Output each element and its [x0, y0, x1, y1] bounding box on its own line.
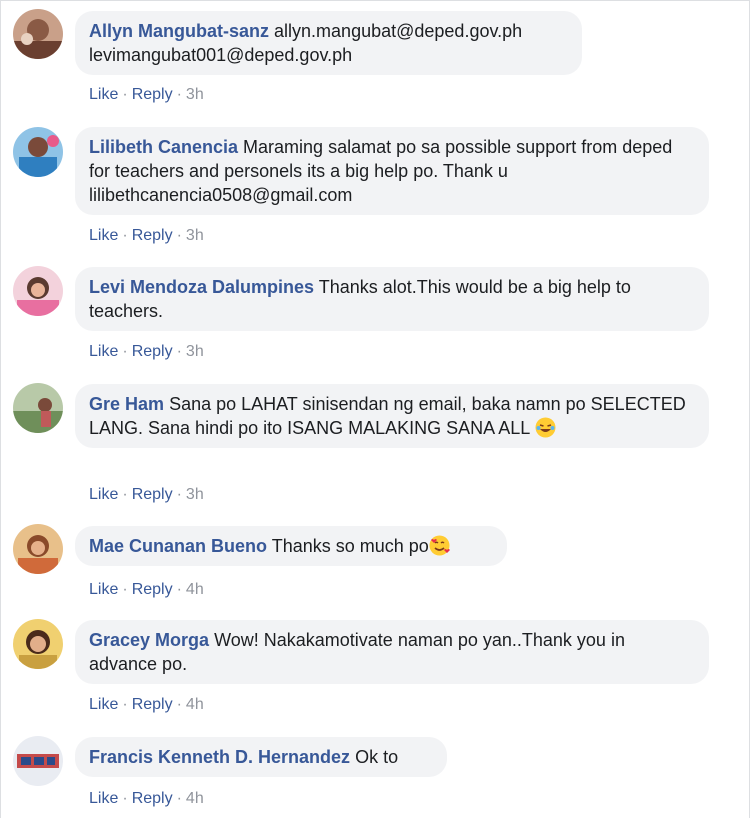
- comment-bubble: Mae Cunanan Bueno Thanks so much po: [75, 526, 507, 566]
- comment-bubble: Allyn Mangubat-sanz allyn.mangubat@deped…: [75, 11, 582, 75]
- avatar[interactable]: [13, 736, 63, 786]
- avatar[interactable]: [13, 266, 63, 316]
- timestamp[interactable]: 4h: [186, 581, 204, 598]
- separator: ·: [122, 343, 128, 360]
- comment-actions: Like · Reply · 3h: [89, 226, 204, 246]
- separator: ·: [122, 790, 128, 807]
- comment-actions: Like · Reply · 4h: [89, 789, 204, 809]
- comment-author[interactable]: Gre Ham: [89, 394, 164, 414]
- separator: ·: [176, 581, 182, 598]
- comment-bubble: Gracey Morga Wow! Nakakamotivate naman p…: [75, 620, 709, 684]
- comment-bubble: Gre Ham Sana po LAHAT sinisendan ng emai…: [75, 384, 709, 448]
- reply-link[interactable]: Reply: [132, 343, 173, 360]
- comment-thread: Allyn Mangubat-sanz allyn.mangubat@deped…: [0, 0, 750, 818]
- comment-bubble: Lilibeth Canencia Maraming salamat po sa…: [75, 127, 709, 215]
- comment-actions: Like · Reply · 3h: [89, 485, 204, 505]
- avatar[interactable]: [13, 383, 63, 433]
- reply-link[interactable]: Reply: [132, 227, 173, 244]
- comment-actions: Like · Reply · 3h: [89, 85, 204, 105]
- comment-author[interactable]: Francis Kenneth D. Hernandez: [89, 747, 350, 767]
- like-link[interactable]: Like: [89, 86, 118, 103]
- comment-author[interactable]: Mae Cunanan Bueno: [89, 536, 267, 556]
- comment-actions: Like · Reply · 4h: [89, 580, 204, 600]
- smiling-face-with-hearts-icon: [429, 535, 450, 556]
- separator: ·: [176, 486, 182, 503]
- separator: ·: [176, 343, 182, 360]
- avatar[interactable]: [13, 524, 63, 574]
- like-link[interactable]: Like: [89, 790, 118, 807]
- comment-author[interactable]: Gracey Morga: [89, 630, 209, 650]
- separator: ·: [176, 227, 182, 244]
- separator: ·: [176, 696, 182, 713]
- like-link[interactable]: Like: [89, 343, 118, 360]
- separator: ·: [122, 86, 128, 103]
- avatar[interactable]: [13, 619, 63, 669]
- comment-actions: Like · Reply · 4h: [89, 695, 204, 715]
- reply-link[interactable]: Reply: [132, 696, 173, 713]
- reply-link[interactable]: Reply: [132, 86, 173, 103]
- separator: ·: [176, 790, 182, 807]
- comment-actions: Like · Reply · 3h: [89, 342, 204, 362]
- reply-link[interactable]: Reply: [132, 581, 173, 598]
- avatar[interactable]: [13, 127, 63, 177]
- like-link[interactable]: Like: [89, 486, 118, 503]
- timestamp[interactable]: 3h: [186, 343, 204, 360]
- timestamp[interactable]: 4h: [186, 696, 204, 713]
- separator: ·: [176, 86, 182, 103]
- comment-author[interactable]: Lilibeth Canencia: [89, 137, 238, 157]
- comment-text: Thanks so much po: [271, 536, 429, 556]
- separator: ·: [122, 581, 128, 598]
- separator: ·: [122, 227, 128, 244]
- rolling-on-floor-laughing-icon: [535, 417, 556, 438]
- comment-text: Ok to: [355, 747, 399, 767]
- avatar[interactable]: [13, 9, 63, 59]
- like-link[interactable]: Like: [89, 227, 118, 244]
- comment-author[interactable]: Levi Mendoza Dalumpines: [89, 277, 314, 297]
- comment-bubble: Francis Kenneth D. Hernandez Ok to: [75, 737, 447, 777]
- like-link[interactable]: Like: [89, 696, 118, 713]
- reply-link[interactable]: Reply: [132, 486, 173, 503]
- reply-link[interactable]: Reply: [132, 790, 173, 807]
- separator: ·: [122, 486, 128, 503]
- timestamp[interactable]: 3h: [186, 86, 204, 103]
- like-link[interactable]: Like: [89, 581, 118, 598]
- separator: ·: [122, 696, 128, 713]
- comment-bubble: Levi Mendoza Dalumpines Thanks alot.This…: [75, 267, 709, 331]
- timestamp[interactable]: 3h: [186, 486, 204, 503]
- comment-author[interactable]: Allyn Mangubat-sanz: [89, 21, 269, 41]
- timestamp[interactable]: 3h: [186, 227, 204, 244]
- timestamp[interactable]: 4h: [186, 790, 204, 807]
- comment-text: Sana po LAHAT sinisendan ng email, baka …: [89, 394, 686, 438]
